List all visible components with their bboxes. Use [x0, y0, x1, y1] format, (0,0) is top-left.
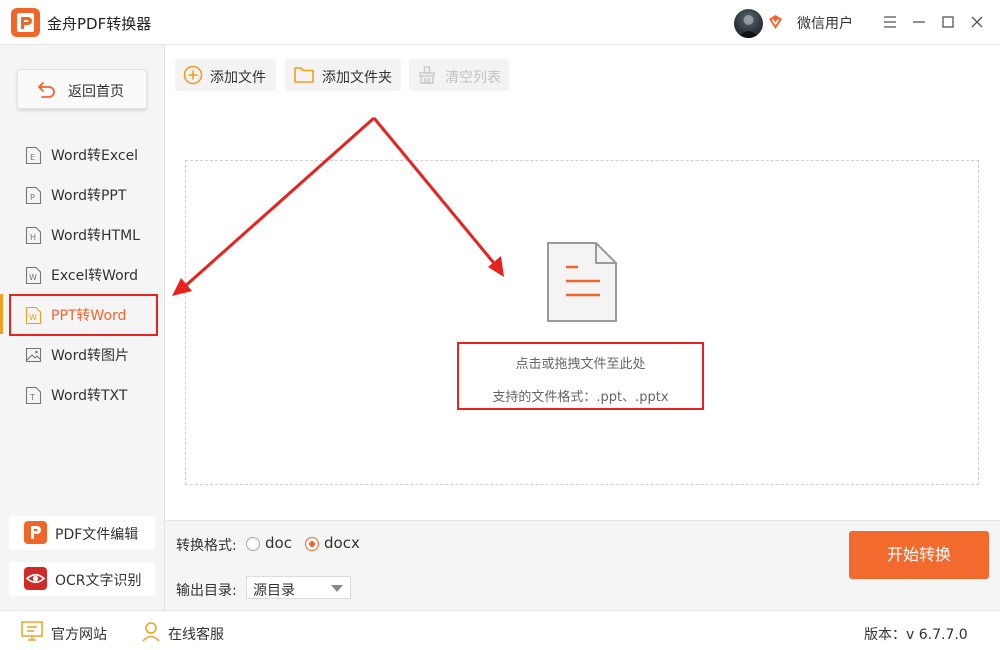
status-bar: 官方网站 在线客服 版本：v 6.7.7.0	[0, 610, 1000, 650]
highlight-box-active-item	[9, 294, 158, 336]
back-arrow-icon	[38, 82, 55, 98]
clear-list-label: 清空列表	[445, 70, 501, 86]
output-dir-label: 输出目录:	[176, 583, 237, 599]
radio-docx[interactable]	[305, 537, 319, 551]
username-label[interactable]: 微信用户	[797, 13, 853, 33]
file-t-icon: T	[25, 386, 42, 405]
radio-doc[interactable]	[246, 537, 260, 551]
svg-text:P: P	[30, 193, 35, 202]
svg-text:E: E	[30, 153, 35, 162]
radio-doc-label[interactable]: doc	[265, 534, 292, 552]
sidebar-item-word-to-txt[interactable]: T Word转TXT	[0, 374, 165, 414]
pdf-editor-button[interactable]: PDF文件编辑	[9, 516, 155, 550]
radio-docx-label[interactable]: docx	[324, 534, 360, 552]
file-w-icon: W	[25, 266, 42, 285]
sidebar-item-excel-to-word[interactable]: W Excel转Word	[0, 254, 165, 294]
add-folder-label: 添加文件夹	[322, 70, 392, 86]
vip-badge-icon	[769, 15, 782, 29]
broom-icon	[419, 66, 435, 84]
svg-text:H: H	[30, 233, 36, 242]
official-site-link[interactable]: 官方网站	[51, 624, 107, 644]
svg-text:T: T	[29, 393, 35, 402]
sidebar-item-label: Word转PPT	[51, 188, 127, 204]
sidebar-item-label: Word转Excel	[51, 148, 139, 164]
minimize-icon[interactable]	[909, 12, 929, 32]
maximize-icon[interactable]	[938, 12, 958, 32]
support-agent-icon	[142, 622, 160, 642]
supported-formats-text: 支持的文件格式：.ppt、.pptx	[492, 390, 669, 405]
app-title: 金舟PDF转换器	[47, 15, 152, 33]
file-e-icon: E	[25, 146, 42, 165]
title-bar: 金舟PDF转换器 微信用户	[0, 0, 1000, 45]
online-support-link[interactable]: 在线客服	[168, 624, 224, 644]
ocr-eye-icon	[24, 567, 47, 590]
sidebar-item-label: Word转TXT	[51, 388, 128, 404]
output-dir-select[interactable]: 源目录	[246, 576, 351, 599]
add-file-label: 添加文件	[210, 70, 266, 86]
add-folder-button[interactable]: 添加文件夹	[285, 59, 401, 91]
sidebar-item-word-to-excel[interactable]: E Word转Excel	[0, 134, 165, 174]
back-home-label: 返回首页	[68, 84, 124, 100]
pdf-editor-icon	[24, 521, 47, 544]
image-icon	[25, 347, 42, 363]
monitor-icon	[21, 621, 43, 641]
drop-hint-text: 点击或拖拽文件至此处	[515, 357, 646, 372]
app-logo-icon	[11, 8, 40, 37]
svg-text:W: W	[29, 273, 37, 282]
clear-list-button[interactable]: 清空列表	[409, 59, 509, 91]
sidebar-item-word-to-image[interactable]: Word转图片	[0, 334, 165, 374]
document-icon	[547, 242, 617, 322]
sidebar-item-label: Word转HTML	[51, 228, 140, 244]
ocr-button[interactable]: OCR文字识别	[9, 562, 155, 596]
user-avatar[interactable]	[734, 9, 763, 38]
close-icon[interactable]	[967, 12, 987, 32]
start-convert-button[interactable]: 开始转换	[849, 531, 989, 579]
pdf-editor-label: PDF文件编辑	[55, 527, 139, 543]
output-dir-value: 源目录	[253, 583, 295, 599]
back-home-button[interactable]: 返回首页	[17, 69, 147, 109]
add-file-button[interactable]: 添加文件	[175, 59, 276, 91]
active-indicator	[0, 294, 3, 334]
file-p-icon: P	[25, 186, 42, 205]
menu-icon[interactable]	[880, 12, 900, 32]
format-label: 转换格式:	[176, 538, 237, 554]
folder-icon	[294, 67, 314, 83]
file-h-icon: H	[25, 226, 42, 245]
version-label: 版本：v 6.7.7.0	[864, 627, 968, 643]
sidebar-item-label: Excel转Word	[51, 268, 139, 284]
sidebar-item-word-to-ppt[interactable]: P Word转PPT	[0, 174, 165, 214]
chevron-down-icon	[331, 585, 343, 592]
ocr-label: OCR文字识别	[55, 573, 142, 589]
add-circle-icon	[183, 65, 203, 85]
sidebar-item-label: Word转图片	[51, 348, 129, 364]
sidebar-item-word-to-html[interactable]: H Word转HTML	[0, 214, 165, 254]
